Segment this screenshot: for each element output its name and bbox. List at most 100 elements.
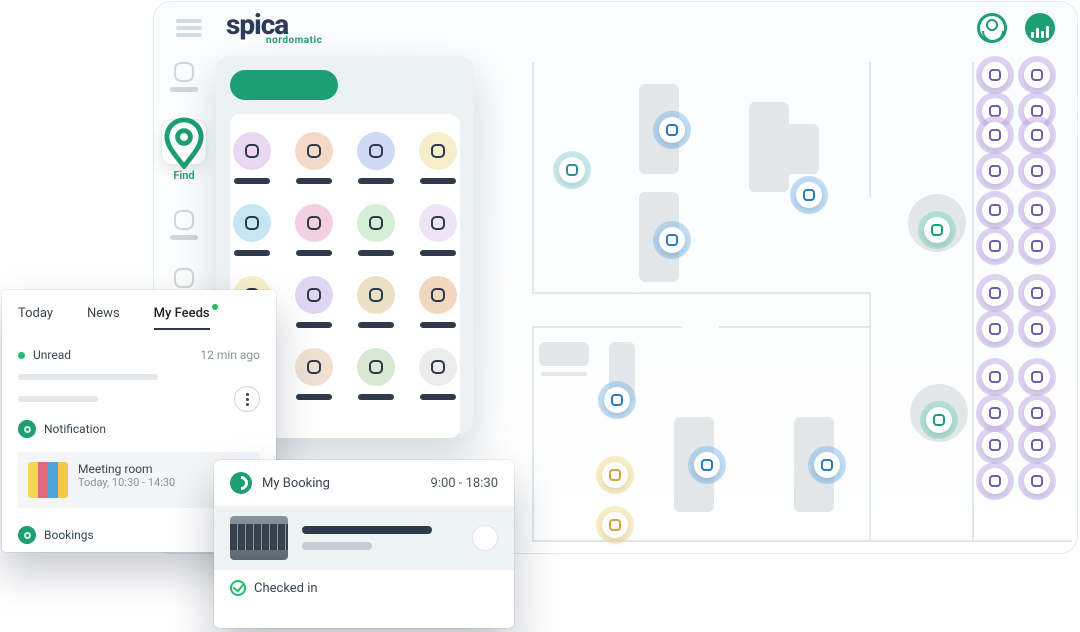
bookings-icon: [18, 526, 36, 544]
seat[interactable]: [982, 468, 1008, 494]
side-rail: Find: [162, 62, 206, 298]
seat[interactable]: [659, 227, 685, 253]
booking-body[interactable]: [214, 506, 514, 570]
swatch[interactable]: [414, 348, 462, 400]
tab-my-feeds[interactable]: My Feeds: [154, 306, 210, 329]
swatch[interactable]: [414, 204, 462, 256]
seat[interactable]: [1024, 98, 1050, 124]
swatch-circle: [357, 204, 395, 242]
seat[interactable]: [1024, 122, 1050, 148]
seat[interactable]: [982, 400, 1008, 426]
seat[interactable]: [924, 217, 950, 243]
swatch-label-bar: [358, 322, 394, 328]
placeholder-line: [18, 396, 98, 402]
seat[interactable]: [982, 316, 1008, 342]
seat[interactable]: [1024, 62, 1050, 88]
seat[interactable]: [1024, 400, 1050, 426]
tab-my-feeds-label: My Feeds: [154, 306, 210, 321]
swatch-label-bar: [296, 178, 332, 184]
swatch-label-bar: [420, 178, 456, 184]
swatch[interactable]: [228, 132, 276, 184]
brand-subtitle: nordomatic: [266, 36, 322, 46]
org-icon[interactable]: [1025, 13, 1055, 43]
seat[interactable]: [982, 98, 1008, 124]
menu-icon[interactable]: [176, 19, 202, 37]
swatch[interactable]: [290, 204, 338, 256]
swatch[interactable]: [290, 348, 338, 400]
seat[interactable]: [982, 432, 1008, 458]
seat[interactable]: [926, 407, 952, 433]
seat[interactable]: [1024, 280, 1050, 306]
brand-logo: spica nordomatic: [226, 11, 322, 46]
swatch-circle: [357, 276, 395, 314]
seat[interactable]: [982, 62, 1008, 88]
booking-status: Checked in: [254, 581, 318, 596]
swatch[interactable]: [414, 276, 462, 328]
rail-item-placeholder[interactable]: [162, 62, 206, 92]
swatch-label-bar: [358, 178, 394, 184]
seat[interactable]: [1024, 364, 1050, 390]
swatch-circle: [419, 348, 457, 386]
seat[interactable]: [982, 122, 1008, 148]
auditorium-block: [982, 364, 1056, 426]
swatch[interactable]: [290, 132, 338, 184]
swatch[interactable]: [352, 348, 400, 400]
wall: [869, 326, 871, 542]
unread-label: Unread: [33, 348, 71, 362]
seat[interactable]: [1024, 432, 1050, 458]
placeholder-line: [18, 374, 158, 380]
seat[interactable]: [982, 197, 1008, 223]
booking-card: My Booking 9:00 - 18:30 Checked in: [214, 460, 514, 628]
seat[interactable]: [1024, 197, 1050, 223]
seat[interactable]: [982, 158, 1008, 184]
seat[interactable]: [1024, 316, 1050, 342]
seat[interactable]: [814, 452, 840, 478]
seat[interactable]: [982, 280, 1008, 306]
swatch-circle: [419, 132, 457, 170]
swatch[interactable]: [352, 204, 400, 256]
seat[interactable]: [659, 117, 685, 143]
bookings-label: Bookings: [44, 528, 94, 542]
seat[interactable]: [796, 182, 822, 208]
swatch-label-bar: [420, 250, 456, 256]
more-icon[interactable]: [234, 386, 260, 412]
auditorium-block: [982, 62, 1056, 124]
swatch[interactable]: [352, 132, 400, 184]
user-icon[interactable]: [977, 13, 1007, 43]
rail-item-placeholder[interactable]: [162, 210, 206, 240]
wall: [532, 326, 682, 328]
swatch-label-bar: [420, 322, 456, 328]
seat[interactable]: [602, 512, 628, 538]
seat[interactable]: [1024, 233, 1050, 259]
rail-find-label: Find: [173, 169, 194, 182]
swatch-label-bar: [296, 322, 332, 328]
seat[interactable]: [694, 452, 720, 478]
swatch[interactable]: [290, 276, 338, 328]
seat[interactable]: [982, 233, 1008, 259]
seat[interactable]: [1024, 158, 1050, 184]
swatch-circle: [233, 204, 271, 242]
swatch-action-pill[interactable]: [230, 70, 338, 100]
seat[interactable]: [602, 462, 628, 488]
tab-news[interactable]: News: [87, 306, 120, 329]
topbar: spica nordomatic: [154, 2, 1077, 54]
swatch[interactable]: [414, 132, 462, 184]
desk[interactable]: [539, 342, 589, 366]
swatch-circle: [295, 132, 333, 170]
swatch[interactable]: [352, 276, 400, 328]
rail-item-find[interactable]: Find: [162, 120, 206, 182]
swatch-circle: [419, 204, 457, 242]
slider-knob[interactable]: [472, 525, 498, 551]
desk[interactable]: [541, 372, 587, 376]
seat[interactable]: [604, 387, 630, 413]
desk[interactable]: [769, 124, 819, 174]
wall: [719, 326, 869, 328]
time-ago: 12 min ago: [200, 348, 260, 362]
swatch[interactable]: [228, 204, 276, 256]
seat[interactable]: [982, 364, 1008, 390]
unread-dot-icon: [212, 304, 218, 310]
seat[interactable]: [559, 157, 585, 183]
status-dot-icon: [18, 352, 25, 359]
tab-today[interactable]: Today: [18, 306, 53, 329]
seat[interactable]: [1024, 468, 1050, 494]
